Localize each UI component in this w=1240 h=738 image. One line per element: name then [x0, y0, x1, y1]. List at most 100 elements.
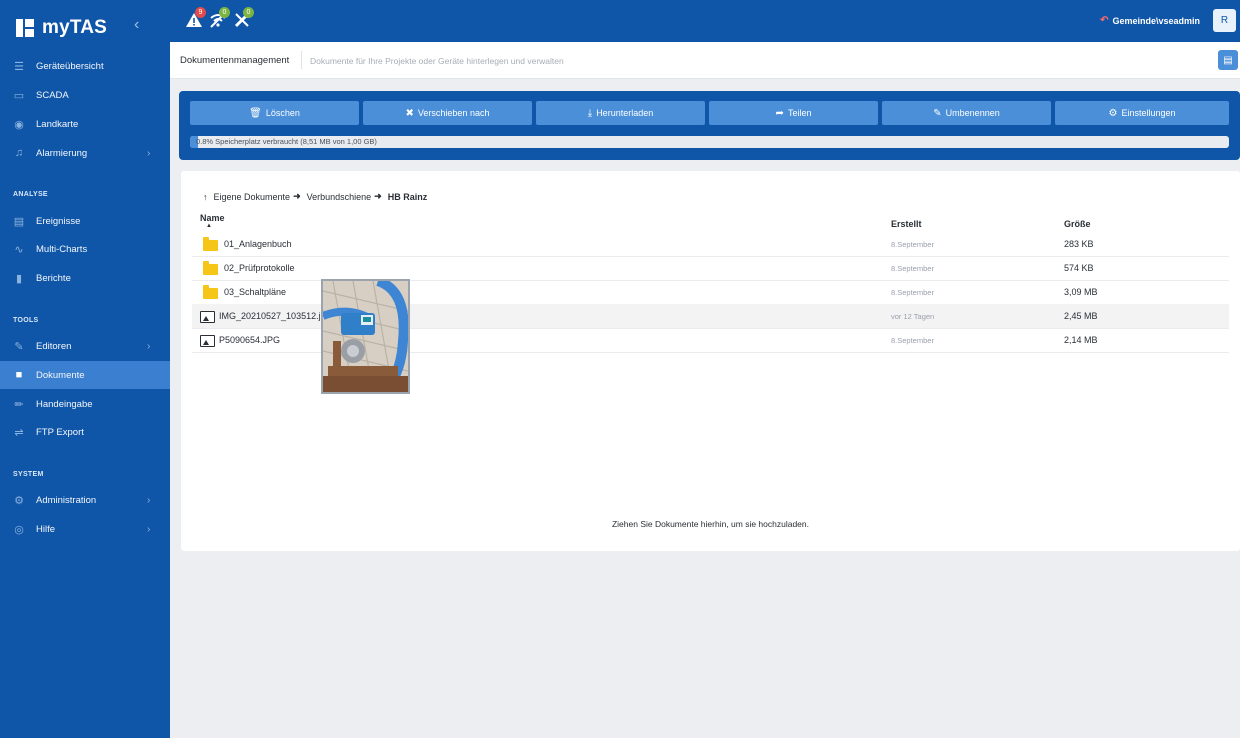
table-row[interactable]: 01_Anlagenbuch 8.September 283 KB	[192, 232, 1229, 257]
file-created: 8.September	[891, 336, 934, 345]
chevron-right-icon: ›	[147, 523, 151, 535]
sidebar-item-ereignisse[interactable]: ▤ Ereignisse	[0, 207, 170, 235]
brand[interactable]: myTAS	[16, 16, 107, 40]
storage-progress-text: 0.8% Speicherplatz verbraucht (8,51 MB v…	[196, 137, 377, 146]
download-button[interactable]: ⤓ Herunterladen	[536, 101, 705, 125]
sidebar-item-label: Hilfe	[36, 523, 56, 535]
warning-icon[interactable]: 9	[185, 7, 206, 30]
image-preview-thumbnail	[321, 279, 410, 394]
user-menu[interactable]: ↶ Gemeinde\vseadmin	[1100, 15, 1200, 26]
sidebar-item-scada[interactable]: ▭ SCADA	[0, 81, 170, 109]
settings-icon: ▤	[1223, 54, 1233, 66]
sidebar-item-editoren[interactable]: ✎ Editoren ›	[0, 332, 170, 360]
tools-off-icon[interactable]: 0	[233, 7, 254, 30]
dropzone-hint[interactable]: Ziehen Sie Dokumente hierhin, um sie hoc…	[181, 519, 1240, 529]
sidebar-item-label: Handeingabe	[36, 398, 93, 410]
arrow-right-icon: ➜	[374, 191, 382, 201]
alert-count-badge: 9	[195, 7, 206, 18]
file-name: 03_Schaltpläne	[224, 287, 287, 297]
mytas-logo-icon	[16, 19, 34, 37]
sidebar-item-label: FTP Export	[36, 426, 84, 438]
sidebar-item-label: Multi-Charts	[36, 243, 88, 255]
button-label: Herunterladen	[596, 108, 654, 118]
file-name: P5090654.JPG	[219, 335, 281, 345]
brand-name: myTAS	[42, 17, 108, 38]
sidebar-item-alarmierung[interactable]: ♫ Alarmierung ›	[0, 139, 170, 167]
alert-count-badge: 0	[219, 7, 230, 18]
avatar[interactable]: R	[1213, 9, 1236, 32]
delete-button[interactable]: 🗑 Löschen	[190, 101, 359, 125]
map-pin-icon: ◉	[14, 118, 24, 131]
breadcrumb-item[interactable]: Eigene Dokumente	[214, 192, 291, 202]
help-icon: ◎	[14, 523, 24, 536]
file-size: 3,09 MB	[1064, 287, 1098, 297]
report-icon: ▮	[15, 272, 23, 285]
edit-icon: ✎	[14, 340, 24, 353]
folder-icon	[202, 285, 218, 299]
folder-icon	[202, 261, 218, 275]
share-button[interactable]: ➦ Teilen	[709, 101, 878, 125]
arrow-up-icon[interactable]: ↑	[203, 192, 208, 202]
sidebar-item-ftp-export[interactable]: ⇌ FTP Export	[0, 418, 170, 446]
user-name: Gemeinde\vseadmin	[1112, 15, 1200, 26]
section-title-analyse: ANALYSE	[13, 191, 48, 198]
image-file-icon	[200, 309, 216, 323]
folder-icon	[202, 237, 218, 251]
column-header-created[interactable]: Erstellt	[891, 219, 922, 229]
file-size: 2,45 MB	[1064, 311, 1098, 321]
sidebar-item-multi-charts[interactable]: ∿ Multi-Charts	[0, 235, 170, 263]
file-name: IMG_20210527_103512.jpg	[219, 311, 331, 321]
sidebar-item-berichte[interactable]: ▮ Berichte	[0, 264, 170, 292]
breadcrumb-item[interactable]: Verbundschiene	[307, 192, 372, 202]
sidebar-item-label: SCADA	[36, 89, 69, 101]
sidebar-item-handeingabe[interactable]: ✏ Handeingabe	[0, 390, 170, 418]
alert-count-badge: 0	[243, 7, 254, 18]
share-icon: ➦	[775, 107, 784, 119]
column-header-size[interactable]: Größe	[1064, 219, 1091, 229]
page-options-button[interactable]: ▤	[1218, 50, 1238, 70]
storage-progress-bar: 0.8% Speicherplatz verbraucht (8,51 MB v…	[190, 136, 1229, 148]
file-created: 8.September	[891, 240, 934, 249]
sidebar-item-hilfe[interactable]: ◎ Hilfe ›	[0, 515, 170, 543]
events-icon: ▤	[13, 215, 25, 228]
pencil-icon: ✏	[14, 398, 24, 411]
collapse-sidebar-icon[interactable]: ‹	[134, 16, 139, 34]
chart-icon: ∿	[14, 243, 24, 256]
sidebar-item-label: Administration	[36, 494, 97, 506]
sidebar-item-label: Editoren	[36, 340, 72, 352]
download-icon: ⤓	[587, 107, 593, 119]
document-toolbar: 🗑 Löschen ✖ Verschieben nach ⤓ Herunterl…	[179, 91, 1240, 160]
file-created: vor 12 Tagen	[891, 312, 935, 321]
bell-icon: ♫	[14, 147, 24, 159]
gear-icon: ⚙	[14, 494, 24, 507]
move-icon: ✖	[405, 107, 414, 119]
file-size: 283 KB	[1064, 239, 1094, 249]
topbar: 9 0 0 ↶ Gemeinde\vseadmin R	[170, 0, 1240, 42]
column-header-name[interactable]: Name	[200, 213, 225, 223]
sidebar-item-label: Ereignisse	[36, 215, 81, 227]
breadcrumb-current: HB Rainz	[387, 191, 428, 202]
sidebar-item-administration[interactable]: ⚙ Administration ›	[0, 486, 170, 514]
file-size: 574 KB	[1064, 263, 1094, 273]
sidebar-item-geraeteuebersicht[interactable]: ☰ Geräteübersicht	[0, 52, 170, 80]
sidebar-item-label: Berichte	[36, 272, 71, 284]
folder-open-icon: ■	[15, 369, 23, 381]
image-file-icon	[200, 333, 216, 347]
move-to-button[interactable]: ✖ Verschieben nach	[363, 101, 532, 125]
rename-button[interactable]: ✎ Umbenennen	[882, 101, 1051, 125]
divider	[301, 51, 302, 69]
sort-ascending-icon: ▲	[206, 223, 212, 229]
sidebar-item-dokumente[interactable]: ■ Dokumente	[0, 361, 170, 389]
page-subtitle: Dokumente für Ihre Projekte oder Geräte …	[310, 56, 564, 66]
settings-icon: ⚙	[1108, 107, 1118, 119]
section-title-system: SYSTEM	[13, 471, 44, 478]
table-row[interactable]: 02_Prüfprotokolle 8.September 574 KB	[192, 256, 1229, 281]
sidebar-item-landkarte[interactable]: ◉ Landkarte	[0, 110, 170, 138]
no-connection-icon[interactable]: 0	[209, 7, 230, 30]
settings-button[interactable]: ⚙ Einstellungen	[1055, 101, 1229, 125]
monitor-icon: ▭	[13, 89, 25, 102]
button-label: Umbenennen	[945, 108, 1000, 118]
file-created: 8.September	[891, 288, 934, 297]
file-created: 8.September	[891, 264, 934, 273]
trash-icon: 🗑	[249, 107, 262, 119]
